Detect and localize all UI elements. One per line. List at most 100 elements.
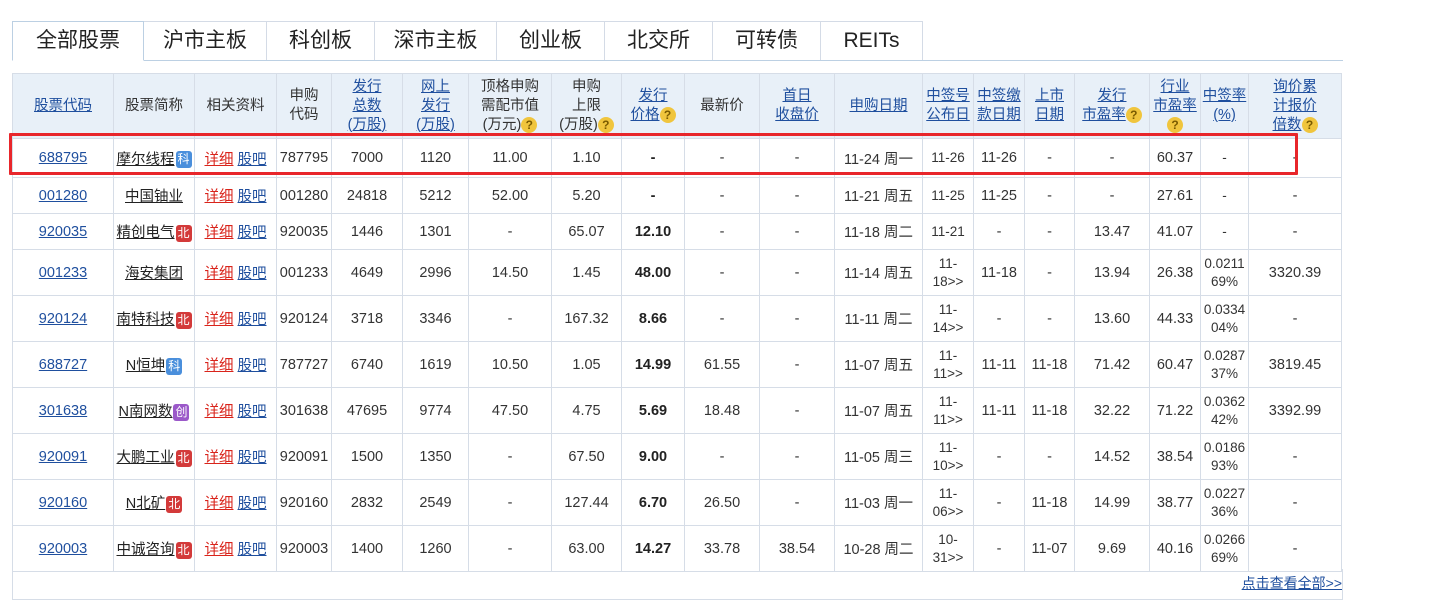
stock-code-link[interactable]: 001280 (39, 188, 87, 204)
header-text: 中签号 (926, 88, 970, 104)
stock-name-link[interactable]: 精创电气 (117, 225, 175, 241)
column-header[interactable]: 发行 价格? (621, 73, 685, 139)
cell-issue-pe: 14.52 (1093, 448, 1131, 465)
stock-code-link[interactable]: 920160 (39, 495, 87, 511)
table-cell: - (1248, 295, 1342, 342)
cell-lot-date[interactable]: 18>> (933, 274, 964, 289)
detail-link[interactable]: 详细 (204, 312, 233, 328)
column-header[interactable]: 中签缴 款日期 (973, 73, 1025, 139)
cell-lot-date[interactable]: 11- (939, 256, 958, 271)
cell-price: 14.27 (634, 540, 672, 557)
help-icon[interactable]: ? (521, 116, 538, 133)
guba-link[interactable]: 股吧 (238, 189, 267, 205)
stock-code-link[interactable]: 688795 (39, 150, 87, 166)
tab-6[interactable]: 可转债 (712, 21, 821, 61)
guba-link[interactable]: 股吧 (238, 542, 267, 558)
stock-code-link[interactable]: 920091 (39, 449, 87, 465)
stock-name-link[interactable]: 南特科技 (117, 312, 175, 328)
cell-lot-date[interactable]: 11>> (933, 366, 963, 381)
cell-lot-date[interactable]: 11>> (933, 412, 963, 427)
column-header[interactable]: 股票代码 (12, 73, 114, 139)
table-cell: 0.0334 04% (1200, 295, 1249, 342)
cell-lot-date[interactable]: 11- (939, 348, 958, 363)
tab-0[interactable]: 全部股票 (12, 21, 144, 61)
tab-1[interactable]: 沪市主板 (143, 21, 267, 61)
header-text: 收盘价 (775, 107, 819, 123)
help-icon[interactable]: ? (1301, 116, 1318, 133)
tab-3[interactable]: 深市主板 (374, 21, 497, 61)
tab-5[interactable]: 北交所 (604, 21, 713, 61)
view-all-link[interactable]: 点击查看全部>> (1242, 573, 1342, 593)
tab-2[interactable]: 科创板 (266, 21, 375, 61)
detail-link[interactable]: 详细 (204, 189, 233, 205)
cell-lot-date[interactable]: 10>> (933, 458, 964, 473)
detail-link[interactable]: 详细 (204, 152, 233, 168)
header-text: 行业 (1160, 78, 1190, 95)
guba-link[interactable]: 股吧 (238, 358, 267, 374)
column-header[interactable]: 中签号 公布日 (922, 73, 974, 139)
stock-name-link[interactable]: N北矿 (126, 496, 165, 512)
column-header[interactable]: 中签率 (%) (1200, 73, 1249, 139)
cell-latest: 26.50 (703, 494, 741, 511)
stock-code-link[interactable]: 001233 (39, 265, 87, 281)
guba-link[interactable]: 股吧 (238, 450, 267, 466)
cell-first-close: - (794, 356, 800, 373)
guba-link[interactable]: 股吧 (238, 404, 267, 420)
stock-code-link[interactable]: 920035 (39, 224, 87, 240)
table-cell: 001280 (276, 177, 332, 214)
column-header[interactable]: 发行 市盈率? (1074, 73, 1150, 139)
detail-link[interactable]: 详细 (204, 496, 233, 512)
stock-code-link[interactable]: 301638 (39, 403, 87, 419)
stock-name-link[interactable]: 大鹏工业 (117, 450, 175, 466)
detail-link[interactable]: 详细 (204, 404, 233, 420)
guba-link[interactable]: 股吧 (238, 496, 267, 512)
cell-lot-date[interactable]: 11- (939, 302, 958, 317)
help-icon[interactable]: ? (1167, 116, 1183, 133)
help-icon[interactable]: ? (1125, 107, 1142, 124)
stock-name-link[interactable]: N南网数 (119, 404, 173, 420)
table-cell: - (684, 177, 760, 214)
table-cell: 11-18 (1024, 341, 1075, 388)
stock-code-link[interactable]: 920124 (39, 311, 87, 327)
guba-link[interactable]: 股吧 (238, 152, 267, 168)
guba-link[interactable]: 股吧 (238, 225, 267, 241)
cell-lot-date[interactable]: 11- (939, 486, 958, 501)
column-header[interactable]: 发行 总数 (万股) (331, 73, 403, 139)
tab-7[interactable]: REITs (820, 21, 923, 61)
cell-lot-date[interactable]: 11- (939, 440, 958, 455)
detail-link[interactable]: 详细 (204, 266, 233, 282)
column-header[interactable]: 网上 发行 (万股) (402, 73, 469, 139)
stock-name-link[interactable]: 中诚咨询 (117, 542, 175, 558)
detail-link[interactable]: 详细 (204, 358, 233, 374)
detail-link[interactable]: 详细 (204, 225, 233, 241)
tab-4[interactable]: 创业板 (496, 21, 605, 61)
column-header[interactable]: 申购日期 (834, 73, 923, 139)
column-header[interactable]: 询价累 计报价 倍数? (1248, 73, 1342, 139)
cell-lot-date[interactable]: 14>> (933, 320, 964, 335)
stock-name-link[interactable]: 海安集团 (125, 266, 183, 282)
column-header[interactable]: 首日 收盘价 (759, 73, 835, 139)
cell-online: 2549 (419, 494, 452, 511)
guba-link[interactable]: 股吧 (238, 266, 267, 282)
stock-name-link[interactable]: 摩尔线程 (117, 152, 175, 168)
column-header[interactable]: 上市 日期 (1024, 73, 1075, 139)
cell-limit: 67.50 (568, 448, 605, 465)
cell-lot-date[interactable]: 06>> (933, 504, 964, 519)
help-icon[interactable]: ? (597, 116, 614, 133)
detail-link[interactable]: 详细 (204, 450, 233, 466)
stock-name-link[interactable]: 中国铀业 (125, 189, 183, 205)
cell-lot-date[interactable]: 11- (939, 394, 958, 409)
help-icon[interactable]: ? (659, 107, 676, 124)
detail-link[interactable]: 详细 (204, 542, 233, 558)
cell-lot-date[interactable]: 31>> (933, 550, 964, 565)
stock-code-link[interactable]: 688727 (39, 357, 87, 373)
header-text: 首日 (782, 88, 812, 104)
table-cell: - (759, 433, 835, 480)
stock-code-link[interactable]: 920003 (39, 541, 87, 557)
cell-lot-date[interactable]: 10- (938, 532, 958, 547)
table-cell: - (759, 387, 835, 434)
cell-mult: 3819.45 (1268, 356, 1322, 373)
guba-link[interactable]: 股吧 (238, 312, 267, 328)
stock-name-link[interactable]: N恒坤 (126, 358, 165, 374)
column-header[interactable]: 行业 市盈率? (1149, 73, 1201, 139)
